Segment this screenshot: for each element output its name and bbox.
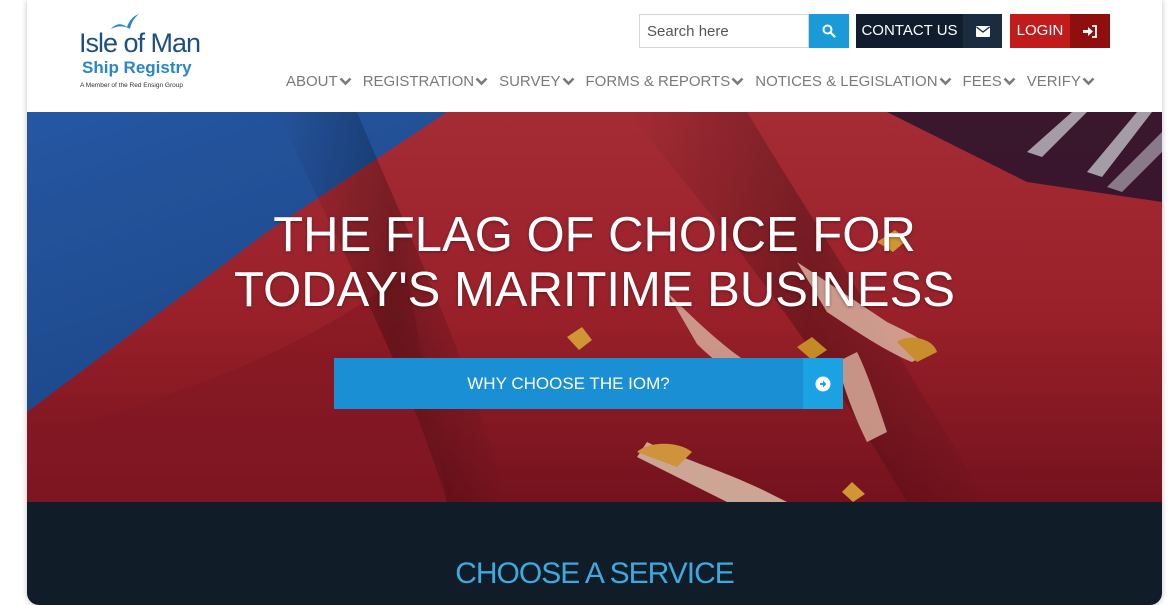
search-icon [822, 24, 836, 38]
nav-item-notices-legislation[interactable]: NOTICES & LEGISLATION [755, 73, 951, 90]
arrow-circle-right-icon [803, 358, 843, 409]
main-nav: ABOUT REGISTRATION SURVEY FORMS & REPORT… [286, 73, 1106, 90]
hero-banner: THE FLAG OF CHOICE FOR TODAY'S MARITIME … [27, 112, 1162, 502]
nav-item-fees[interactable]: FEES [963, 73, 1016, 90]
envelope-icon [963, 14, 1002, 48]
logo-subtitle: Ship Registry [82, 58, 192, 77]
chevron-down-icon [939, 77, 952, 86]
nav-item-label: FEES [962, 73, 1002, 90]
chevron-down-icon [562, 77, 575, 86]
nav-item-about[interactable]: ABOUT [286, 73, 352, 90]
search-button[interactable] [809, 14, 849, 48]
nav-item-label: VERIFY [1026, 73, 1081, 90]
hero-title-line-2: TODAY'S MARITIME BUSINESS [234, 263, 955, 317]
search-box [639, 14, 809, 48]
why-choose-iom-button[interactable]: WHY CHOOSE THE IOM? [334, 358, 843, 409]
nav-item-label: FORMS & REPORTS [585, 73, 731, 90]
chevron-down-icon [339, 77, 352, 86]
hero-title-line-1: THE FLAG OF CHOICE FOR [273, 208, 916, 262]
chevron-down-icon [475, 77, 488, 86]
nav-item-label: ABOUT [286, 73, 338, 90]
nav-item-registration[interactable]: REGISTRATION [363, 73, 488, 90]
site-logo[interactable]: Isle of Man Ship Registry A Member of th… [79, 12, 239, 97]
nav-item-label: NOTICES & LEGISLATION [755, 73, 938, 90]
browser-page: Isle of Man Ship Registry A Member of th… [27, 0, 1162, 605]
nav-item-verify[interactable]: VERIFY [1027, 73, 1095, 90]
cta-label: WHY CHOOSE THE IOM? [467, 374, 670, 393]
search-input[interactable] [640, 15, 808, 47]
nav-item-label: SURVEY [499, 73, 561, 90]
chevron-down-icon [1082, 77, 1095, 86]
sign-in-icon [1070, 14, 1110, 48]
nav-item-label: REGISTRATION [362, 73, 475, 90]
service-section: CHOOSE A SERVICE [27, 502, 1162, 605]
login-label: LOGIN [1016, 22, 1064, 39]
site-header: Isle of Man Ship Registry A Member of th… [27, 0, 1162, 112]
hero-title: THE FLAG OF CHOICE FOR TODAY'S MARITIME … [27, 208, 1162, 318]
logo-title: Isle of Man [79, 28, 201, 58]
nav-item-survey[interactable]: SURVEY [499, 73, 574, 90]
chevron-down-icon [731, 77, 744, 86]
logo-tagline: A Member of the Red Ensign Group [80, 82, 183, 89]
contact-us-button[interactable]: CONTACT US [856, 14, 1002, 48]
login-button[interactable]: LOGIN [1010, 14, 1110, 48]
chevron-down-icon [1003, 77, 1016, 86]
contact-us-label: CONTACT US [861, 22, 958, 39]
nav-item-forms-reports[interactable]: FORMS & REPORTS [586, 73, 745, 90]
section-title: CHOOSE A SERVICE [455, 557, 735, 590]
